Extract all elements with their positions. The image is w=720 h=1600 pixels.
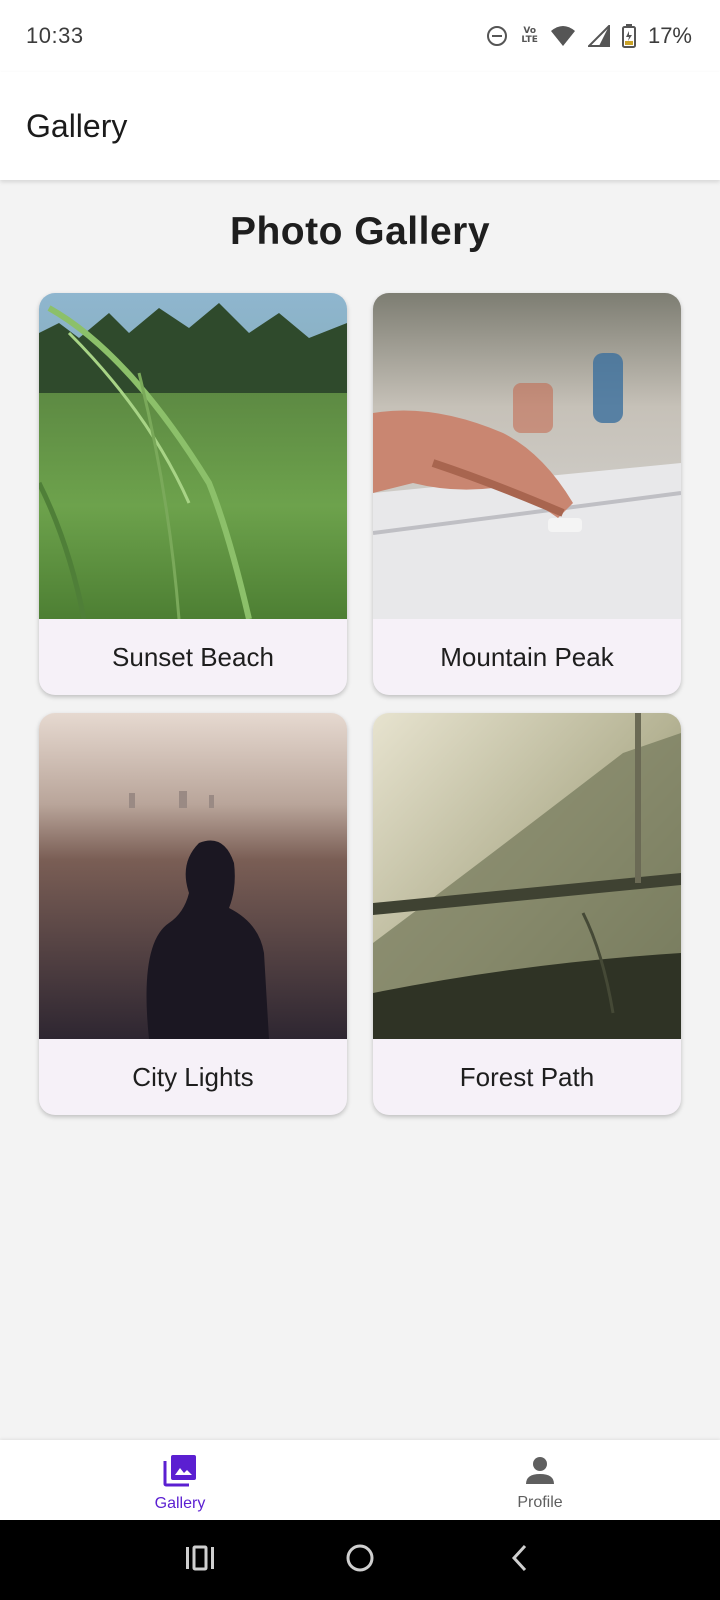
home-button[interactable] [330,1530,390,1590]
do-not-disturb-icon [485,24,509,48]
photo-library-icon [162,1452,198,1493]
photo-caption: Mountain Peak [440,641,614,672]
back-button[interactable] [490,1530,550,1590]
recents-button[interactable] [170,1530,230,1590]
photo-caption: City Lights [132,1061,254,1092]
nav-label-profile: Profile [517,1493,563,1511]
signal-icon [587,25,610,47]
gallery-content: Photo Gallery Sunset Beach Mountain Peak… [0,180,720,1440]
grass-closeup-photo [39,293,347,619]
nav-label-gallery: Gallery [154,1494,206,1512]
hand-on-mixer-photo [373,293,681,619]
back-icon [509,1544,531,1577]
home-icon [345,1543,375,1578]
status-icons: Vo LTE 17% [485,23,692,49]
bottom-navigation: Gallery Profile [0,1440,720,1520]
photo-card[interactable]: City Lights [39,713,347,1115]
app-bar: Gallery [0,72,720,180]
wifi-icon [550,25,576,47]
battery-charging-icon [621,24,636,48]
recents-icon [185,1545,215,1576]
photo-card[interactable]: Sunset Beach [39,293,347,695]
page-title: Photo Gallery [229,210,491,253]
photo-caption: Forest Path [459,1061,595,1092]
nav-item-profile[interactable]: Profile [360,1440,720,1520]
volte-icon: Vo LTE [521,26,538,45]
nav-item-gallery[interactable]: Gallery [0,1440,360,1520]
app-bar-title: Gallery [26,107,128,144]
battery-percent: 17% [647,23,692,48]
person-icon [523,1453,557,1492]
photo-card[interactable]: Mountain Peak [373,293,681,695]
status-time: 10:33 [26,23,84,48]
photo-caption: Sunset Beach [112,641,274,672]
photo-card[interactable]: Forest Path [373,713,681,1115]
status-bar: 10:33 Vo LTE 17% [0,0,720,72]
system-navigation-bar [0,1520,720,1600]
woman-overlooking-city-photo [39,713,347,1039]
misty-hillside-photo [373,713,681,1039]
